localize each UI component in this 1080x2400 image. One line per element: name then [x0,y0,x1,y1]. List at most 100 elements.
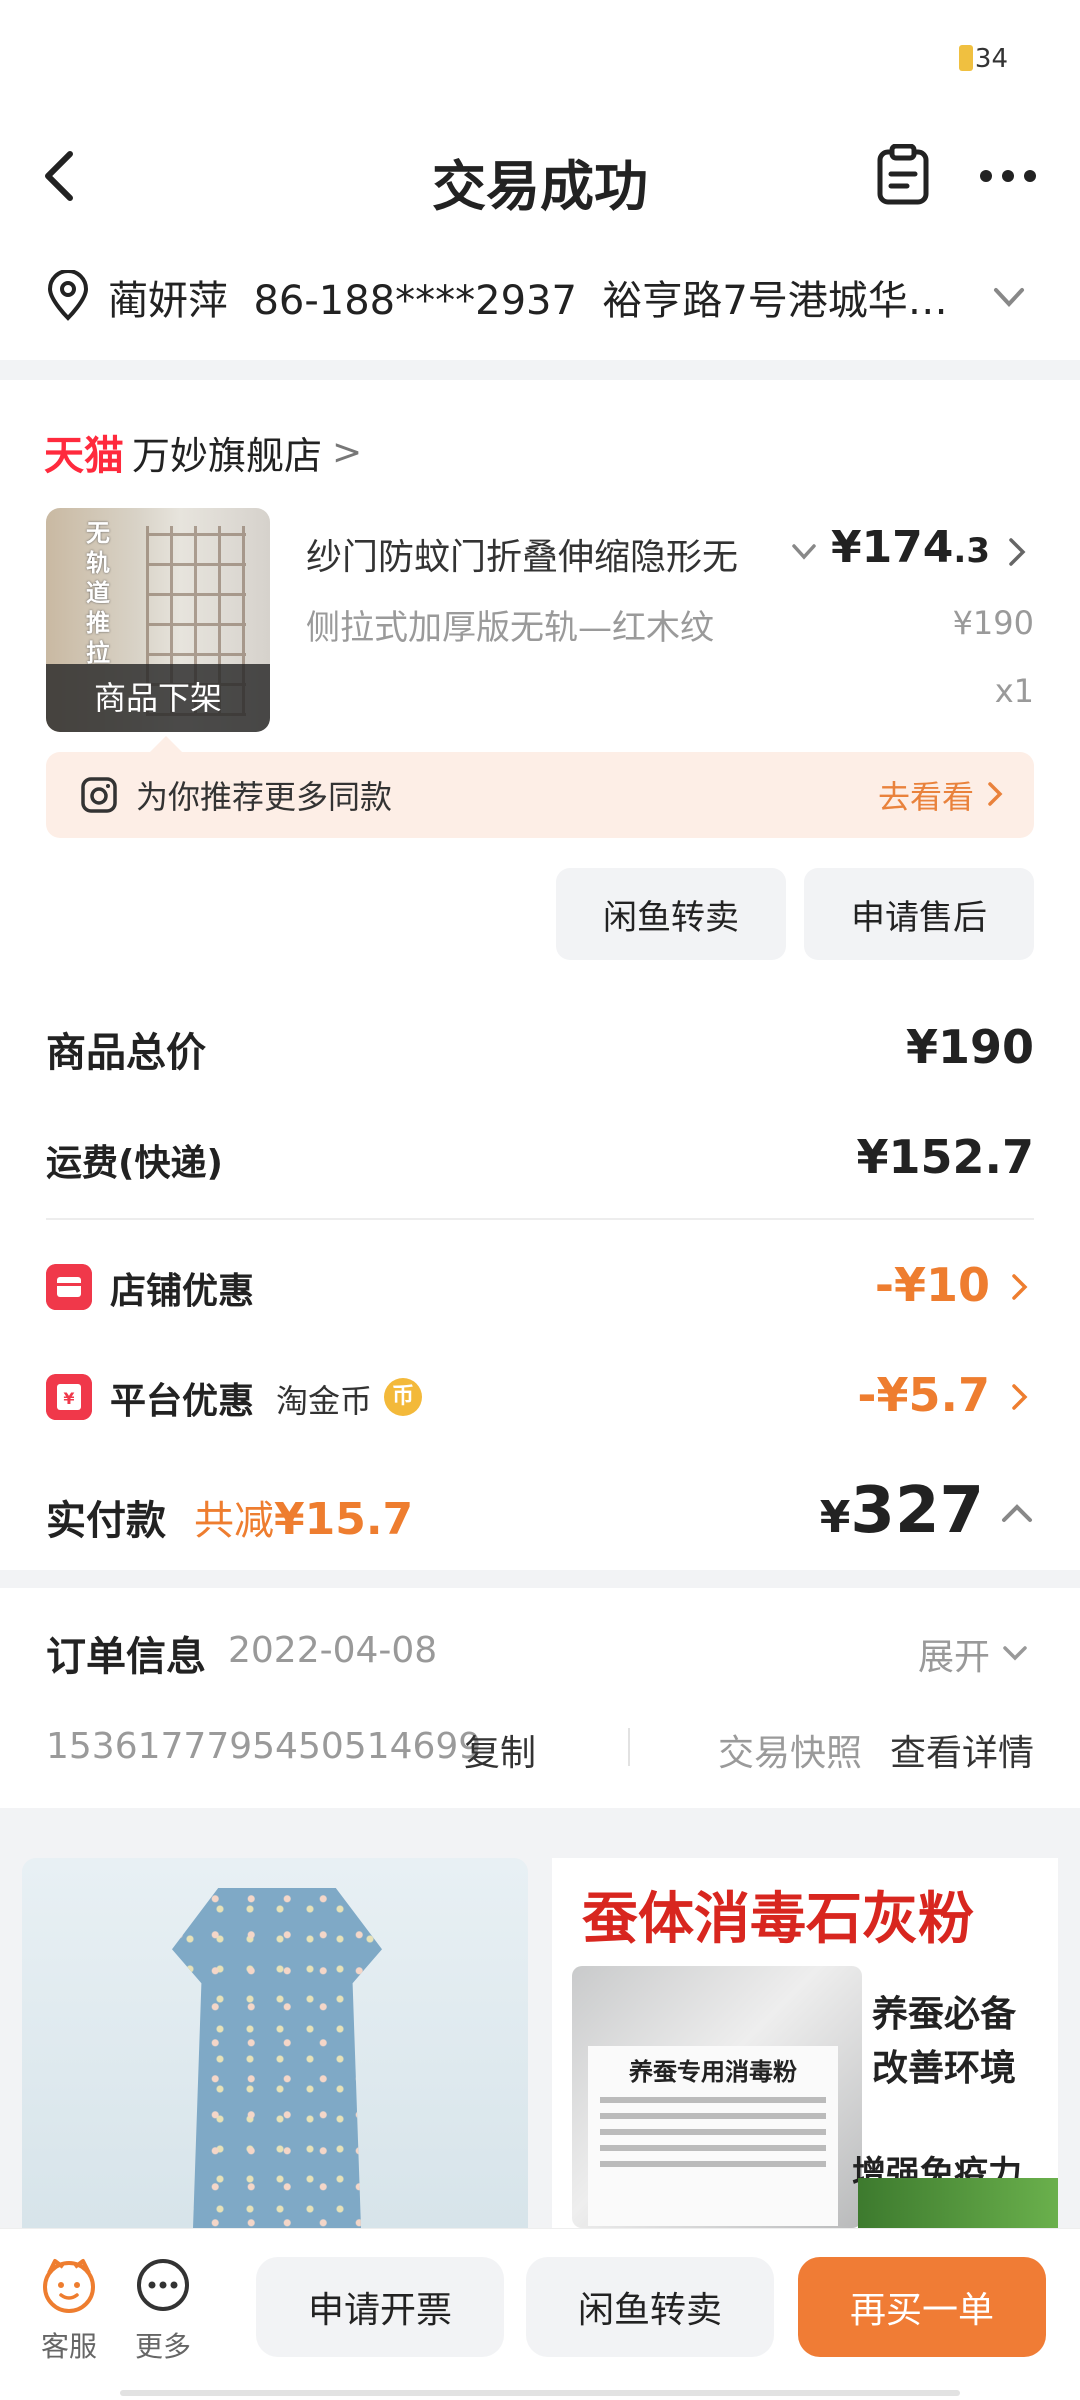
platform-discount-row[interactable]: ¥ 平台优惠 淘金币 币 -¥5.7 [46,1368,1034,1438]
coupon-icon: ¥ [46,1374,92,1420]
product-title[interactable]: 纱门防蚊门折叠伸缩隐形无 [306,528,776,580]
battery-level: 34 [974,44,1008,74]
recommend-banner[interactable]: 为你推荐更多同款 去看看 [46,752,1034,838]
bag-label: 养蚕专用消毒粉 [588,2046,838,2226]
recipient-location: 裕亨路7号港城华… [602,278,948,324]
order-number: 1536177795450514699 [46,1726,482,1767]
separator [628,1728,630,1766]
shop-arrow-icon: > [332,431,363,473]
chevron-up-icon[interactable] [1000,1500,1034,1526]
tmall-logo: 天猫 [44,433,124,479]
delisted-badge: 商品下架 [46,664,270,732]
recommend-action[interactable]: 去看看 [878,772,974,818]
recipient-phone: 86-188****2937 [253,278,577,324]
top-bar: 交易成功 [0,120,1080,230]
copy-button[interactable]: 复制 [464,1724,536,1776]
address-row[interactable]: 蔺妍萍 86-188****2937 裕亨路7号港城华… [0,230,1080,360]
location-pin-icon [47,270,89,321]
chevron-right-icon [1012,1384,1028,1410]
recommendation-feed: 蚕体消毒石灰粉 养蚕专用消毒粉 养蚕必备 改善环境 增强免疫力 [0,1808,1080,2228]
saved-prefix: 共减 [194,1498,274,1544]
item-actions: 闲鱼转卖 申请售后 [556,868,1034,960]
shop-icon [46,1264,92,1310]
snapshot-link[interactable]: 交易快照 [718,1724,862,1776]
ad-title: 蚕体消毒石灰粉 [582,1887,974,1952]
battery-icon [958,45,973,71]
product-image-text: 无轨道推拉 [86,519,110,667]
product-spec: 侧拉式加厚版无轨—红木纹 [306,608,714,648]
shop-discount-value: -¥10 [874,1258,990,1312]
chevron-down-icon[interactable] [992,282,1026,312]
feed-item-powder[interactable]: 蚕体消毒石灰粉 养蚕专用消毒粉 养蚕必备 改善环境 增强免疫力 [552,1858,1058,2228]
coin-icon: 币 [384,1378,422,1416]
invoice-button[interactable]: 申请开票 [256,2257,504,2357]
status-bar: 34 [0,0,1080,120]
divider [46,1218,1034,1220]
product-price: ¥174.3 [831,522,990,573]
platform-discount-label: 平台优惠 [110,1381,255,1422]
chevron-right-icon [1012,1274,1028,1300]
saved-value: ¥15.7 [274,1494,414,1545]
after-sale-button[interactable]: 申请售后 [804,868,1034,960]
shop-name: 万妙旗舰店 [132,433,323,478]
total-price-row: 商品总价 ¥190 [46,1020,1034,1080]
chevron-right-icon[interactable] [1006,536,1028,568]
chevron-right-icon [988,782,1003,806]
battery-indicator: 34 [958,44,1008,74]
shop-discount-row[interactable]: 店铺优惠 -¥10 [46,1258,1034,1328]
ad-tagline: 养蚕必备 改善环境 [872,1988,1016,2096]
dress-image [172,1888,382,2228]
bottom-bar: 客服 更多 申请开票 闲鱼转卖 再买一单 [0,2228,1080,2400]
order-info-card: 订单信息 2022-04-08 展开 1536177795450514699 复… [0,1588,1080,1808]
chevron-down-icon[interactable] [790,540,818,564]
total-price-value: ¥190 [905,1020,1034,1074]
paid-value: 327 [850,1474,984,1548]
service-label: 客服 [40,2330,97,2363]
ad-line-2: 改善环境 [872,2048,1017,2089]
clipboard-icon[interactable] [876,144,930,206]
powder-bag-image: 养蚕专用消毒粉 [572,1966,862,2228]
more-label: 更多 [134,2330,191,2363]
home-indicator[interactable] [120,2390,960,2396]
ad-line-1: 养蚕必备 [872,1994,1017,2035]
paid-label: 实付款 [46,1498,166,1544]
original-price: ¥190 [952,604,1034,642]
total-price-label: 商品总价 [46,1030,206,1076]
more-button[interactable]: 更多 [128,2257,198,2365]
shop-discount-label: 店铺优惠 [110,1271,255,1312]
order-date: 2022-04-08 [228,1630,438,1671]
feed-item-dress[interactable] [22,1858,528,2228]
detail-link[interactable]: 查看详情 [890,1724,1034,1776]
taojinbi-label: 淘金币 [276,1382,373,1420]
address-text: 蔺妍萍 86-188****2937 裕亨路7号港城华… [108,268,978,326]
customer-service-icon [43,2259,95,2313]
recipient-name: 蔺妍萍 [108,278,228,324]
shipping-label: 运费(快递) [46,1143,223,1184]
shipping-value: ¥152.7 [856,1130,1034,1184]
customer-service-button[interactable]: 客服 [34,2257,104,2365]
shipping-row: 运费(快递) ¥152.7 [46,1130,1034,1190]
price-decimal: .3 [953,531,990,571]
platform-discount-value: -¥5.7 [857,1368,990,1422]
expand-button[interactable]: 展开 [918,1628,990,1680]
saved-amount: 共减¥15.7 [194,1488,413,1546]
more-options-icon[interactable] [976,148,1040,204]
grass-graphic [858,2178,1058,2228]
paid-amount: ¥327 [820,1474,984,1548]
resell-button[interactable]: 闲鱼转卖 [526,2257,774,2357]
svg-text:¥: ¥ [63,1389,74,1408]
recommend-pointer [150,736,182,752]
paid-row[interactable]: 实付款 共减¥15.7 ¥327 [46,1474,1034,1554]
product-quantity: x1 [994,672,1034,710]
order-info-title: 订单信息 [46,1634,206,1680]
bag-label-text: 养蚕专用消毒粉 [629,2058,797,2086]
product-image[interactable]: 无轨道推拉 商品下架 [46,508,270,732]
order-item-card: 天猫 万妙旗舰店 > 无轨道推拉 商品下架 纱门防蚊门折叠伸缩隐形无 ¥174.… [0,380,1080,1570]
price-main: ¥174 [830,522,954,573]
chevron-down-icon[interactable] [1002,1642,1028,1664]
rebuy-button[interactable]: 再买一单 [798,2257,1046,2357]
shop-header[interactable]: 天猫 万妙旗舰店 > [44,422,362,482]
paid-currency: ¥ [819,1492,851,1543]
recommend-text: 为你推荐更多同款 [136,778,393,816]
resell-button[interactable]: 闲鱼转卖 [556,868,786,960]
